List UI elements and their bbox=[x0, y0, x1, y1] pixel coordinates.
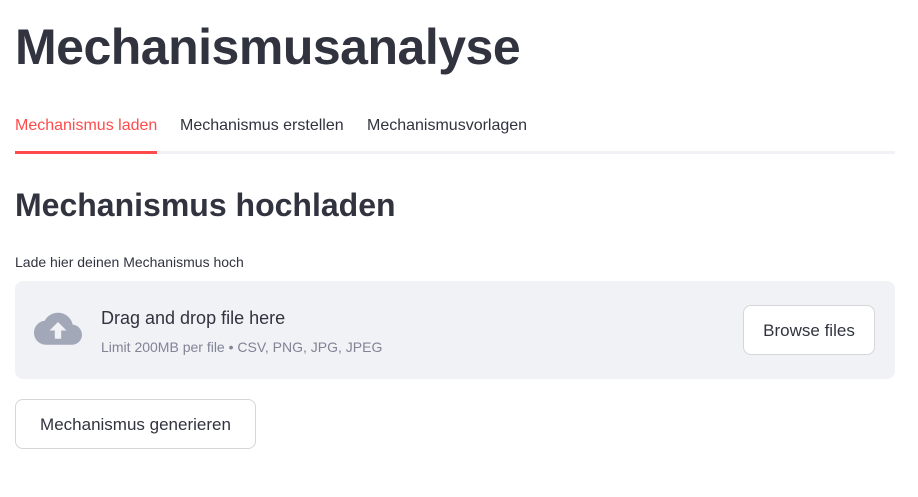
dropzone-limits: Limit 200MB per file • CSV, PNG, JPG, JP… bbox=[101, 339, 383, 355]
dropzone-instruction: Drag and drop file here bbox=[101, 308, 286, 328]
tab-mechanismusvorlagen[interactable]: Mechanismusvorlagen bbox=[367, 104, 527, 154]
tab-mechanismus-erstellen[interactable]: Mechanismus erstellen bbox=[180, 104, 344, 154]
browse-files-button[interactable]: Browse files bbox=[743, 305, 875, 355]
file-dropzone[interactable]: Drag and drop file here Limit 200MB per … bbox=[15, 281, 895, 379]
uploader-label: Lade hier deinen Mechanismus hoch bbox=[15, 254, 244, 270]
tab-mechanismus-laden[interactable]: Mechanismus laden bbox=[15, 104, 158, 154]
cloud-upload-icon bbox=[34, 312, 82, 345]
page-title: Mechanismusanalyse bbox=[15, 19, 521, 75]
tab-bar: Mechanismus laden Mechanismus erstellen … bbox=[15, 104, 895, 154]
section-title: Mechanismus hochladen bbox=[15, 187, 396, 223]
generate-mechanism-button[interactable]: Mechanismus generieren bbox=[15, 399, 256, 449]
